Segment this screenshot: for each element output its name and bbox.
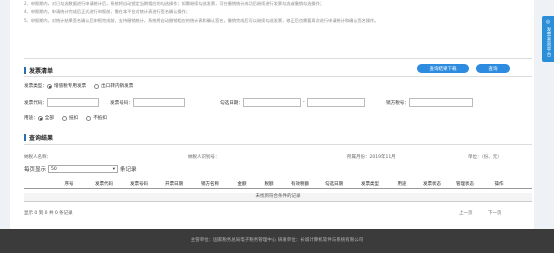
divider: [24, 144, 532, 145]
results-title: 查询结果: [24, 133, 53, 142]
invoice-code-input[interactable]: [46, 98, 99, 107]
download-results-button[interactable]: 查询结果下载: [417, 64, 469, 73]
next-page-link[interactable]: 下一页: [488, 210, 502, 216]
results-table-header: 序号 发票代码 发票号码 开票日期 销方名称 金额 税额 有效税额 勾选日期 发…: [24, 179, 532, 189]
column-header: 金额: [237, 182, 247, 187]
radio-dot: [94, 83, 100, 89]
taxpayer-id: 纳税人识别号：: [188, 155, 220, 160]
footer: 主管单位：国家税务总局电子税务管理中心 研发单位：长城计算机软件与系统有限公司: [0, 229, 554, 253]
divider: [24, 58, 532, 59]
empty-table-message: 未找到符合条件的记录: [24, 193, 532, 201]
invoice-number-field: 发票号码：: [110, 98, 185, 107]
period-month: 所属月份：2019年11月: [347, 155, 396, 160]
radio-purpose-no-deduct[interactable]: 不抵扣: [86, 115, 107, 121]
invoice-type-row: 发票类型： 增值税专用发票 出口转内销发票: [24, 83, 134, 89]
table-bottom-line: [24, 201, 532, 202]
prev-page-link[interactable]: 上一页: [459, 210, 473, 216]
radio-vat-special[interactable]: 增值税专用发票: [46, 83, 86, 89]
taxpayer-name: 纳税人名称：: [24, 155, 51, 160]
note-line: 2、申报期内，对已勾选数据进行申请统计后，系统将自动锁定当期相应的勾选操作；如需…: [24, 1, 324, 6]
radio-export-to-domestic[interactable]: 出口转内销发票: [94, 83, 133, 89]
divider: [24, 76, 532, 77]
page-size-control: 每页显示 50 ▾ 条记录: [24, 165, 137, 173]
radio-dot: [37, 115, 43, 121]
title-bar: [24, 134, 26, 141]
globe-icon: ◎: [545, 19, 551, 25]
invoice-list-title: 发票清单: [24, 66, 53, 75]
table-info: 显示 0 到 0 共 0 条记录: [24, 211, 73, 216]
page-size-select[interactable]: 50 ▾: [48, 165, 119, 173]
check-date-field: 勾选日期： -: [220, 98, 365, 107]
column-header: 销方名称: [201, 182, 219, 187]
invoice-verification-tab[interactable]: ◎ 发票查验平台: [542, 16, 554, 62]
main-page: 2、申报期内，对已勾选数据进行申请统计后，系统将自动锁定当期相应的勾选操作；如需…: [10, 0, 534, 229]
column-header: 发票代码: [95, 182, 113, 187]
unit-label: 单位：（份、元）: [468, 155, 502, 160]
radio-dot: [62, 115, 67, 121]
seller-tax-id-input[interactable]: [408, 98, 473, 107]
column-header: 发票类型: [361, 182, 379, 187]
note-line: 4、申报期内，申请统计完成后正式进行申报前，需在本平台对统计表进行签名确认操作；: [24, 9, 190, 15]
purpose-row: 用途： 全部 抵扣 不抵扣: [24, 115, 107, 121]
chevron-down-icon: ▾: [112, 166, 116, 172]
column-header: 发票状态: [423, 182, 441, 187]
instructions-notes: 2、申报期内，对已勾选数据进行申请统计后，系统将自动锁定当期相应的勾选操作；如需…: [24, 0, 524, 25]
title-bar: [24, 67, 26, 74]
column-header: 开票日期: [165, 182, 183, 187]
check-date-start-input[interactable]: [242, 98, 301, 107]
radio-dot: [86, 115, 92, 121]
note-line: 5、申报期内，对统计结果签名确认后申报完成前，支持撤销统计，系统将自动撤销相应的…: [24, 17, 379, 23]
query-button[interactable]: 查询: [476, 64, 510, 73]
radio-purpose-all[interactable]: 全部: [37, 115, 54, 121]
invoice-code-field: 发票代码：: [24, 98, 99, 107]
check-date-end-input[interactable]: [306, 98, 365, 107]
invoice-number-input[interactable]: [132, 98, 185, 107]
seller-tax-id-field: 销方税号：: [386, 98, 473, 107]
radio-purpose-deduct[interactable]: 抵扣: [62, 115, 78, 121]
column-header: 有效税额: [291, 182, 309, 187]
column-header: 操作: [494, 182, 504, 187]
side-tab-label: 发票查验平台: [546, 27, 551, 57]
column-header: 管理状态: [456, 182, 474, 187]
column-header: 用途: [397, 182, 407, 187]
column-header: 勾选日期: [325, 182, 343, 187]
column-header: 发票号码: [130, 182, 148, 187]
column-header: 税额: [264, 182, 274, 187]
radio-dot: [46, 83, 52, 89]
column-header: 序号: [64, 182, 74, 187]
